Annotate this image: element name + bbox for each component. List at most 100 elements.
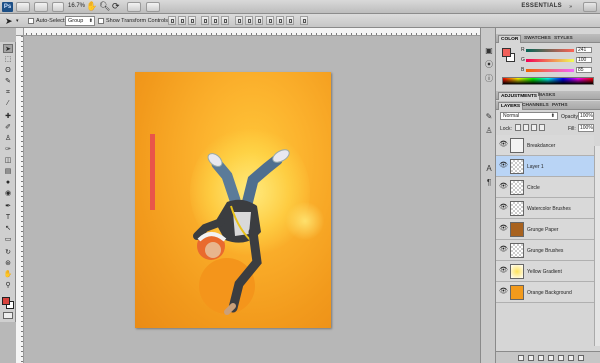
foreground-color-swatch[interactable]	[2, 297, 10, 305]
zoom-tool-icon[interactable]: 🔍︎	[99, 1, 110, 12]
brush-tool-icon[interactable]: ✐	[3, 123, 13, 132]
paragraph-panel-icon[interactable]: ¶	[484, 178, 494, 188]
layer-row-watercolor-brushes[interactable]: 👁︎ Watercolor Brushes	[496, 198, 594, 219]
tab-channels[interactable]: CHANNELS	[520, 102, 551, 110]
layer-name[interactable]: Layer 1	[527, 164, 544, 170]
canvas-area[interactable]	[24, 36, 480, 363]
document-canvas[interactable]	[135, 72, 331, 328]
layer-name[interactable]: Grunge Paper	[527, 227, 558, 233]
3d-rotate-tool-icon[interactable]: ↻	[3, 248, 13, 257]
layer-row-grunge-brushes[interactable]: 👁︎ Grunge Brushes	[496, 240, 594, 261]
path-selection-tool-icon[interactable]: ↖	[3, 224, 13, 233]
align-right-button[interactable]	[221, 16, 229, 25]
dodge-tool-icon[interactable]: ◉	[3, 189, 13, 198]
add-mask-icon[interactable]	[538, 355, 544, 361]
brushes-panel-icon[interactable]: ✎	[484, 112, 494, 122]
tab-styles[interactable]: STYLES	[552, 35, 575, 43]
eraser-tool-icon[interactable]: ◫	[3, 156, 13, 165]
character-panel-icon[interactable]: A	[484, 164, 494, 174]
link-layers-icon[interactable]	[518, 355, 524, 361]
launch-bridge-button[interactable]	[16, 2, 30, 12]
auto-align-layers-button[interactable]	[300, 16, 308, 25]
blur-tool-icon[interactable]: ●	[3, 178, 13, 187]
lock-position-icon[interactable]	[531, 124, 537, 131]
distribute-top-button[interactable]	[235, 16, 243, 25]
lock-image-icon[interactable]	[523, 124, 529, 131]
layer-row-yellow-gradient[interactable]: 👁︎ Yellow Gradient	[496, 261, 594, 282]
distribute-left-button[interactable]	[266, 16, 274, 25]
rotate-view-icon[interactable]: ⟳	[112, 1, 120, 12]
layer-name[interactable]: Yellow Gradient	[527, 269, 562, 275]
visibility-eye-icon[interactable]: 👁︎	[499, 288, 508, 296]
align-top-button[interactable]	[168, 16, 176, 25]
info-panel-icon[interactable]: ⓘ	[484, 74, 494, 84]
quick-mask-button[interactable]	[3, 312, 13, 319]
foreground-color-box[interactable]	[502, 48, 511, 57]
tab-masks[interactable]: MASKS	[536, 92, 557, 100]
distribute-hcenter-button[interactable]	[276, 16, 284, 25]
show-transform-checkbox[interactable]	[98, 18, 104, 24]
3d-orbit-tool-icon[interactable]: ⊛	[3, 259, 13, 268]
green-channel-slider[interactable]	[526, 59, 574, 62]
visibility-eye-icon[interactable]: 👁︎	[499, 225, 508, 233]
new-group-icon[interactable]	[558, 355, 564, 361]
gradient-tool-icon[interactable]: ▤	[3, 167, 13, 176]
distribute-right-button[interactable]	[286, 16, 294, 25]
blend-mode-dropdown[interactable]: Normal ⬍	[500, 112, 558, 120]
type-tool-icon[interactable]: T	[3, 213, 13, 222]
eyedropper-tool-icon[interactable]: ⁄	[3, 99, 13, 108]
layer-row-layer-1[interactable]: 👁︎ Layer 1	[496, 156, 594, 177]
move-tool-icon[interactable]: ➤	[3, 44, 13, 53]
pen-tool-icon[interactable]: ✒	[3, 202, 13, 211]
delete-layer-icon[interactable]	[578, 355, 584, 361]
blue-channel-slider[interactable]	[526, 69, 574, 72]
distribute-vcenter-button[interactable]	[245, 16, 253, 25]
hand-tool-icon[interactable]: ✋	[86, 1, 97, 12]
visibility-eye-icon[interactable]: 👁︎	[499, 246, 508, 254]
zoom-tool-icon[interactable]: ⚲	[3, 281, 13, 290]
clone-source-panel-icon[interactable]: ♙	[484, 126, 494, 136]
actions-panel-icon[interactable]: ⦿	[484, 60, 494, 70]
tab-color[interactable]: COLOR	[498, 35, 522, 43]
visibility-eye-icon[interactable]: 👁︎	[499, 141, 508, 149]
healing-brush-tool-icon[interactable]: ✚	[3, 112, 13, 121]
red-channel-value[interactable]: 241	[576, 47, 592, 53]
tab-swatches[interactable]: SWATCHES	[522, 35, 553, 43]
blue-channel-value[interactable]: 85	[576, 67, 592, 73]
fill-field[interactable]: 100%	[578, 124, 594, 132]
lock-all-icon[interactable]	[539, 124, 545, 131]
crop-tool-icon[interactable]: ⌗	[3, 88, 13, 97]
tab-adjustments[interactable]: ADJUSTMENTS	[498, 92, 540, 100]
arrange-documents-button[interactable]	[127, 2, 141, 12]
workspace-switcher[interactable]: ESSENTIALS	[521, 3, 562, 9]
layer-row-orange-background[interactable]: 👁︎ Orange Background	[496, 282, 594, 303]
preset-dropdown-arrow-icon[interactable]: ▾	[16, 18, 19, 24]
layer-name[interactable]: Circle	[527, 185, 540, 191]
layer-name[interactable]: Breakdancer	[527, 143, 555, 149]
double-chevron-icon[interactable]: »	[569, 4, 572, 10]
lock-transparency-icon[interactable]	[515, 124, 521, 131]
new-layer-icon[interactable]	[568, 355, 574, 361]
lasso-tool-icon[interactable]: ʘ	[3, 66, 13, 75]
auto-select-dropdown[interactable]: Group ⬍	[65, 16, 95, 26]
align-vcenter-button[interactable]	[178, 16, 186, 25]
visibility-eye-icon[interactable]: 👁︎	[499, 162, 508, 170]
align-bottom-button[interactable]	[188, 16, 196, 25]
layer-name[interactable]: Watercolor Brushes	[527, 206, 571, 212]
color-spectrum-ramp[interactable]	[502, 77, 594, 85]
cs-live-button[interactable]	[583, 2, 597, 12]
layer-row-breakdancer[interactable]: 👁︎ Breakdancer	[496, 135, 594, 156]
visibility-eye-icon[interactable]: 👁︎	[499, 267, 508, 275]
tab-paths[interactable]: PATHS	[550, 102, 570, 110]
marquee-tool-icon[interactable]: ⬚	[3, 55, 13, 64]
history-panel-icon[interactable]: ▣	[484, 46, 494, 56]
green-channel-value[interactable]: 100	[576, 57, 592, 63]
visibility-eye-icon[interactable]: 👁︎	[499, 183, 508, 191]
layer-name[interactable]: Grunge Brushes	[527, 248, 563, 254]
history-brush-tool-icon[interactable]: ✑	[3, 145, 13, 154]
layer-row-grunge-paper[interactable]: 👁︎ Grunge Paper	[496, 219, 594, 240]
layer-name[interactable]: Orange Background	[527, 290, 572, 296]
opacity-field[interactable]: 100%	[578, 112, 594, 120]
view-extras-button[interactable]	[34, 2, 48, 12]
zoom-level-menu[interactable]	[52, 2, 64, 12]
